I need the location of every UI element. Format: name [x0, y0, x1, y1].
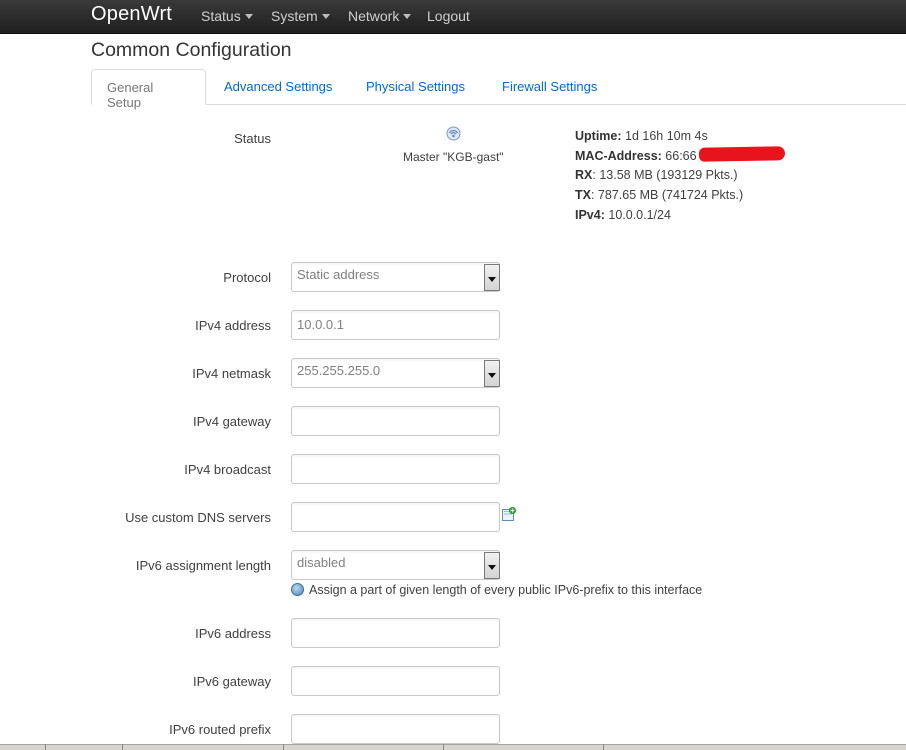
nav-system-menu[interactable]: System: [271, 8, 330, 24]
wifi-signal-icon: [446, 126, 461, 141]
ipv4-netmask-value: 255.255.255.0: [297, 363, 381, 378]
ipv4-broadcast-input[interactable]: [291, 454, 500, 484]
nav-system-label: System: [271, 8, 318, 24]
redaction-mark: [698, 146, 786, 162]
chevron-down-icon: [403, 13, 412, 19]
chevron-down-icon: [321, 13, 330, 19]
uptime-row: Uptime: 1d 16h 10m 4s: [575, 127, 743, 147]
ipv6-assignment-value: disabled: [297, 555, 346, 570]
bottom-strip-divider: [122, 744, 123, 750]
ipv4-broadcast-label: IPv4 broadcast: [184, 462, 271, 477]
tab-advanced-settings[interactable]: Advanced Settings: [209, 69, 347, 105]
interface-stats: Uptime: 1d 16h 10m 4s MAC-Address: 66:66…: [575, 127, 743, 226]
brand-logo[interactable]: OpenWrt: [91, 3, 172, 26]
ipv4-gateway-input[interactable]: [291, 406, 500, 436]
ipv6-routed-prefix-input[interactable]: [291, 714, 500, 744]
rx-value: : 13.58 MB (193129 Pkts.): [592, 168, 738, 183]
bottom-strip-divider: [443, 744, 444, 750]
bottom-strip-divider: [45, 744, 46, 750]
nav-logout-link[interactable]: Logout: [427, 8, 470, 24]
protocol-label: Protocol: [223, 270, 271, 285]
protocol-select-value: Static address: [297, 267, 380, 282]
ipv6-address-input[interactable]: [291, 618, 500, 648]
dropdown-arrow-icon[interactable]: [484, 552, 500, 579]
ipv6-routed-prefix-label: IPv6 routed prefix: [169, 722, 271, 737]
tx-value: : 787.65 MB (741724 Pkts.): [590, 188, 744, 203]
ipv6-gateway-label: IPv6 gateway: [192, 674, 271, 689]
top-navbar: OpenWrt Status System Network Logout: [0, 0, 906, 34]
custom-dns-label: Use custom DNS servers: [125, 510, 271, 525]
page-title: Common Configuration: [91, 39, 292, 61]
dropdown-arrow-icon[interactable]: [484, 360, 500, 387]
mac-value: 66:66: [665, 148, 697, 163]
ipv4-key: IPv4:: [575, 207, 605, 222]
ipv4-gateway-label: IPv4 gateway: [192, 414, 271, 429]
tab-firewall-settings[interactable]: Firewall Settings: [487, 69, 612, 105]
nav-status-menu[interactable]: Status: [201, 8, 253, 24]
nav-network-label: Network: [348, 8, 400, 24]
ipv6-address-label: IPv6 address: [195, 626, 271, 641]
uptime-key: Uptime:: [575, 129, 622, 143]
bottom-status-strip: [0, 744, 906, 750]
tx-key: TX: [575, 188, 591, 203]
uptime-value: 1d 16h 10m 4s: [625, 129, 708, 143]
ipv6-assignment-help-text: Assign a part of given length of every p…: [309, 583, 703, 597]
tab-physical-settings[interactable]: Physical Settings: [351, 69, 480, 105]
custom-dns-input[interactable]: [291, 502, 500, 532]
ipv6-assignment-label: IPv6 assignment length: [135, 558, 271, 573]
ipv4-row: IPv4: 10.0.0.1/24: [575, 206, 743, 226]
add-entry-icon[interactable]: [502, 507, 516, 521]
protocol-select[interactable]: Static address: [291, 262, 500, 292]
rx-key: RX: [575, 168, 593, 183]
nav-network-menu[interactable]: Network: [348, 8, 412, 24]
tab-general-setup[interactable]: General Setup: [91, 69, 206, 110]
mac-key: MAC-Address:: [575, 148, 662, 163]
status-label: Status: [234, 131, 271, 146]
ipv6-assignment-select[interactable]: disabled: [291, 550, 500, 580]
nav-status-label: Status: [201, 8, 241, 24]
ipv6-assignment-help: Assign a part of given length of every p…: [291, 583, 702, 597]
ipv4-value: 10.0.0.1/24: [608, 207, 671, 222]
ipv4-netmask-select[interactable]: 255.255.255.0: [291, 358, 500, 388]
ipv4-netmask-label: IPv4 netmask: [192, 366, 271, 381]
ipv4-address-input[interactable]: 10.0.0.1: [291, 310, 500, 340]
dropdown-arrow-icon[interactable]: [484, 264, 500, 291]
wireless-ssid-text: Master "KGB-gast": [403, 150, 504, 164]
chevron-down-icon: [244, 13, 253, 19]
ipv6-gateway-input[interactable]: [291, 666, 500, 696]
rx-row: RX: 13.58 MB (193129 Pkts.): [575, 166, 743, 186]
ipv4-address-label: IPv4 address: [195, 318, 271, 333]
bottom-strip-divider: [283, 744, 284, 750]
tx-row: TX: 787.65 MB (741724 Pkts.): [575, 186, 743, 206]
info-icon: [291, 583, 304, 596]
bottom-strip-divider: [603, 744, 604, 750]
